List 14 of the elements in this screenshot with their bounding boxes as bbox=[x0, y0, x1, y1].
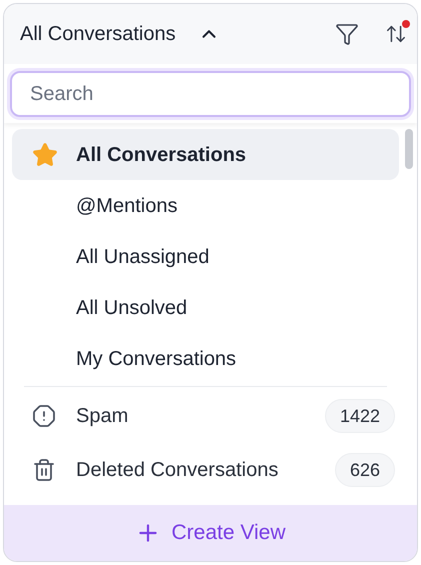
folder-label: Spam bbox=[76, 404, 128, 429]
view-item[interactable]: All Conversations bbox=[12, 129, 399, 180]
sort-icon bbox=[385, 23, 407, 45]
trash-icon bbox=[32, 458, 56, 482]
create-view-button[interactable]: Create View bbox=[4, 505, 417, 561]
folder-label: Deleted Conversations bbox=[76, 458, 278, 483]
alert-icon bbox=[32, 404, 56, 428]
scrollbar[interactable] bbox=[405, 129, 413, 169]
folder-item[interactable]: Spam 1422 bbox=[12, 389, 399, 443]
count-badge: 626 bbox=[334, 453, 395, 487]
filter-icon bbox=[335, 22, 359, 46]
search-field[interactable]: Search bbox=[10, 71, 411, 117]
folder-item[interactable]: Deleted Conversations 626 bbox=[12, 443, 399, 497]
count-badge: 1422 bbox=[324, 399, 395, 433]
